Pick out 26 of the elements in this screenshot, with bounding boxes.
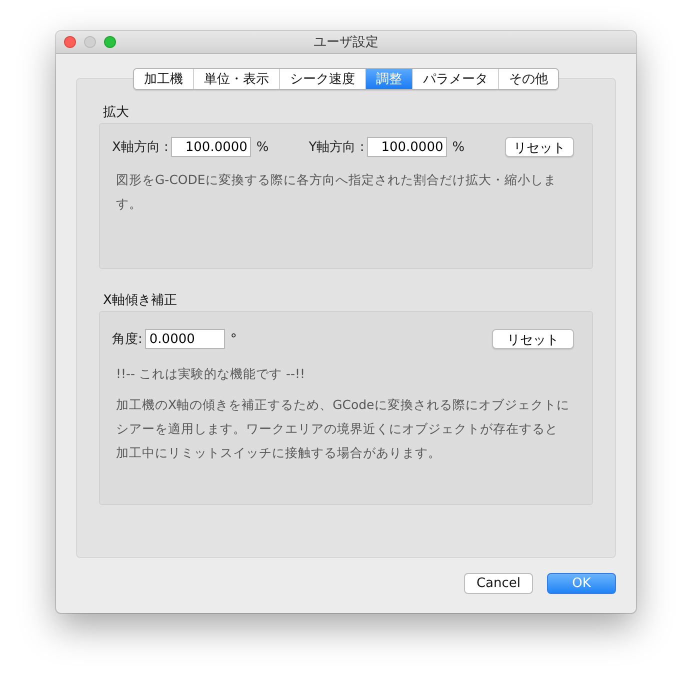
close-icon[interactable] — [64, 36, 76, 48]
number-field[interactable]: 100.0000 — [367, 137, 448, 157]
number-field[interactable]: 100.0000 — [171, 137, 252, 157]
number-field[interactable]: 0.0000 — [145, 329, 226, 349]
description-text: 加工機のX軸の傾きを補正するため、GCodeに変換される際にオブジェクトにシアーを適用します。ワークエリアの境界近くにオブジェクトが存在すると加工中にリミットスイッチに接触する場合があります。 — [115, 396, 570, 462]
warning-text: !!-- これは実験的な機能です --!! — [115, 366, 306, 383]
group-title: 拡大 — [103, 105, 129, 120]
field-label: Y軸方向 : — [308, 139, 364, 156]
window-title: ユーザ設定 — [314, 35, 378, 50]
minimize-icon[interactable] — [84, 36, 96, 48]
tab[interactable]: シーク速度 — [279, 69, 365, 89]
unit-label: ° — [230, 332, 237, 346]
reset-button[interactable]: リセット — [492, 329, 574, 349]
reset-button[interactable]: リセット — [504, 137, 574, 157]
unit-label: % — [256, 140, 269, 154]
tab[interactable]: 加工機 — [134, 69, 193, 89]
tab[interactable]: その他 — [498, 69, 558, 89]
group-title: X軸傾き補正 — [103, 293, 177, 308]
field-label: 角度: — [112, 331, 142, 348]
field-label: X軸方向 : — [112, 139, 168, 156]
cancel-button[interactable]: Cancel — [464, 573, 533, 594]
tab[interactable]: パラメータ — [412, 69, 498, 89]
unit-label: % — [452, 140, 465, 154]
tab[interactable]: 単位・表示 — [193, 69, 279, 89]
zoom-icon[interactable] — [104, 36, 116, 48]
description-text: 図形をG-CODEに変換する際に各方向へ指定された割合だけ拡大・縮小します。 — [115, 171, 558, 213]
